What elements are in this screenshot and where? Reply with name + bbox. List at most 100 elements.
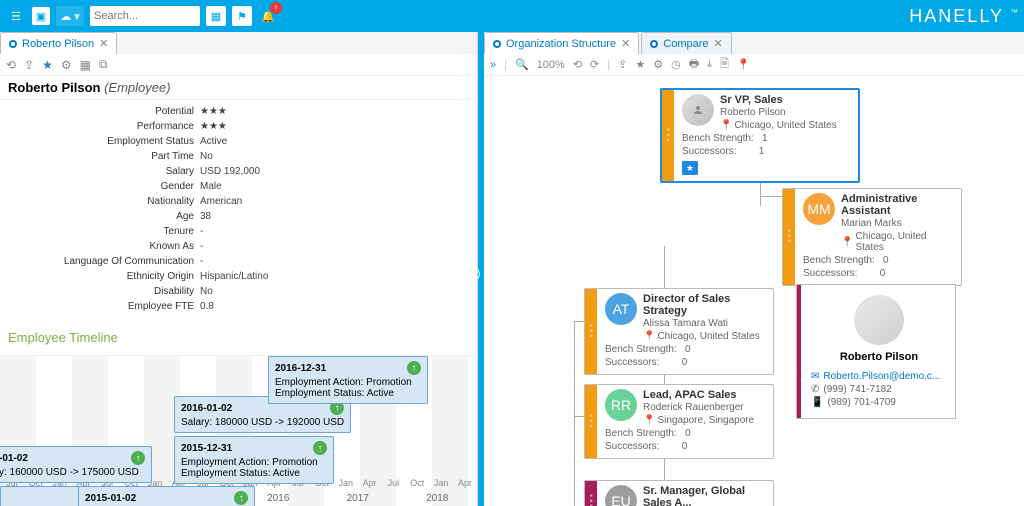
- pin-icon[interactable]: 📍: [737, 58, 751, 71]
- hamburger-icon[interactable]: ☰: [6, 6, 26, 26]
- field-row: Part TimeNo: [10, 149, 467, 164]
- org-node-card[interactable]: •••MMAdministrative AssistantMarian Mark…: [782, 188, 962, 286]
- field-value: American: [200, 194, 242, 209]
- field-row: GenderMale: [10, 179, 467, 194]
- star-icon[interactable]: ★: [635, 58, 645, 71]
- card-stripe: •••: [585, 481, 597, 506]
- tab-compare[interactable]: Compare ✕: [641, 32, 731, 54]
- field-row: Tenure-: [10, 224, 467, 239]
- clock-icon[interactable]: ◷: [671, 58, 681, 71]
- timeline-event-card[interactable]: 2015-01-02↑Salary: 175000 USD -> 180000 …: [78, 486, 255, 506]
- mobile-icon: 📱: [811, 397, 823, 408]
- event-detail: Employment Status: Active: [181, 468, 327, 479]
- tab-employee[interactable]: Roberto Pilson ✕: [0, 32, 117, 54]
- org-node-card[interactable]: •••RRLead, APAC SalesRoderick Rauenberge…: [584, 384, 774, 459]
- timeline-event-card[interactable]: 2016-12-31↑Employment Action: PromotionE…: [268, 356, 428, 404]
- star-badge-icon: ★: [682, 161, 698, 175]
- person-detail-card[interactable]: Roberto Pilson✉Roberto.Pilson@demo.c...✆…: [796, 284, 956, 419]
- settings-icon[interactable]: ⚙: [61, 58, 72, 72]
- print-icon[interactable]: 🖶: [689, 55, 699, 74]
- export-doc-icon[interactable]: 🗎: [720, 55, 729, 74]
- org-title: Administrative Assistant: [841, 193, 953, 217]
- org-location: Chicago, United States: [657, 331, 759, 342]
- location-pin-icon: 📍: [841, 237, 853, 248]
- email-icon: ✉: [811, 371, 819, 382]
- up-arrow-icon: ↑: [313, 441, 327, 455]
- tab-org-structure[interactable]: Organization Structure ✕: [484, 32, 639, 54]
- right-tab-strip: Organization Structure ✕ Compare ✕: [484, 32, 1024, 54]
- location-pin-icon: 📍: [643, 331, 655, 342]
- field-value: No: [200, 149, 213, 164]
- org-title: Director of Sales Strategy: [643, 293, 765, 317]
- history-icon[interactable]: ⟲: [6, 58, 16, 72]
- org-canvas[interactable]: •••Sr VP, SalesRoberto Pilson📍Chicago, U…: [484, 76, 1024, 506]
- timeline-area[interactable]: JulOctJanAprJulOctJanAprJulOctJanAprJulO…: [0, 355, 477, 506]
- field-row: Ethnicity OriginHispanic/Latino: [10, 269, 467, 284]
- export-icon[interactable]: ⤓: [707, 58, 712, 71]
- field-value: USD 192,000: [200, 164, 260, 179]
- org-title: Sr. Manager, Global Sales A...: [643, 485, 765, 506]
- avatar: EU: [605, 485, 637, 506]
- timeline-event-card[interactable]: -01-02↑y: 160000 USD -> 175000 USD: [0, 446, 152, 483]
- org-person: Marian Marks: [841, 217, 953, 231]
- employee-fields: Potential★★★Performance★★★Employment Sta…: [0, 100, 477, 326]
- cloud-dropdown[interactable]: ☁ ▾: [56, 6, 84, 26]
- settings-icon[interactable]: ⚙: [653, 58, 663, 71]
- profile-name: Roberto Pilson: [8, 80, 100, 95]
- field-value: Male: [200, 179, 222, 194]
- card-stripe: •••: [783, 189, 795, 285]
- profile-header: Roberto Pilson (Employee): [0, 76, 477, 100]
- event-detail: Employment Action: Promotion: [275, 377, 421, 388]
- field-row: Potential★★★: [10, 104, 467, 119]
- flag-icon[interactable]: ⚑: [232, 6, 252, 26]
- field-value: Hispanic/Latino: [200, 269, 268, 284]
- search-icon[interactable]: 🔍: [515, 58, 529, 71]
- detail-phone: ✆(999) 741-7182: [811, 384, 947, 395]
- copy-icon[interactable]: ⧉: [99, 57, 108, 72]
- card-stripe: •••: [662, 90, 674, 181]
- field-value: -: [200, 224, 203, 239]
- close-icon[interactable]: ✕: [714, 37, 723, 50]
- field-row: Employee FTE0.8: [10, 299, 467, 314]
- event-date: 2015-12-31: [181, 443, 232, 454]
- tab-icon: [650, 40, 658, 48]
- field-key: Nationality: [10, 194, 200, 209]
- undo-icon[interactable]: ⟲: [573, 58, 582, 71]
- search-input[interactable]: [94, 10, 196, 22]
- close-icon[interactable]: ✕: [99, 37, 108, 50]
- grid-icon[interactable]: ▦: [80, 58, 91, 72]
- expand-icon[interactable]: »: [490, 59, 496, 71]
- tab-label: Roberto Pilson: [22, 38, 94, 50]
- event-date: -01-02: [0, 453, 28, 464]
- field-key: Employment Status: [10, 134, 200, 149]
- close-icon[interactable]: ✕: [621, 37, 630, 50]
- redo-icon[interactable]: ⟳: [590, 58, 599, 71]
- field-row: Performance★★★: [10, 119, 467, 134]
- org-location: Chicago, United States: [855, 231, 953, 253]
- field-key: Tenure: [10, 224, 200, 239]
- notifications-icon[interactable]: 🔔 !: [258, 6, 278, 26]
- field-key: Part Time: [10, 149, 200, 164]
- share-icon[interactable]: ⇪: [618, 58, 627, 71]
- org-node-card[interactable]: •••Sr VP, SalesRoberto Pilson📍Chicago, U…: [660, 88, 860, 183]
- detail-mobile: 📱(989) 701-4709: [811, 397, 947, 408]
- field-row: Employment StatusActive: [10, 134, 467, 149]
- tab-icon: [9, 40, 17, 48]
- field-row: NationalityAmerican: [10, 194, 467, 209]
- avatar: [854, 295, 904, 345]
- search-input-wrap: [90, 6, 200, 26]
- avatar: AT: [605, 293, 637, 325]
- right-toolbar: » | 🔍 100% ⟲ ⟳ | ⇪ ★ ⚙ ◷ 🖶 ⤓ 🗎 📍: [484, 54, 1024, 76]
- star-icon[interactable]: ★: [42, 58, 53, 72]
- detail-email[interactable]: ✉Roberto.Pilson@demo.c...: [811, 371, 947, 382]
- share-icon[interactable]: ⇪: [24, 58, 34, 72]
- event-date: 2015-01-02: [85, 493, 136, 504]
- calendar-icon[interactable]: ▦: [206, 6, 226, 26]
- event-date: 2016-01-02: [181, 403, 232, 414]
- org-title: Lead, APAC Sales: [643, 389, 754, 401]
- org-node-card[interactable]: ••• EU Sr. Manager, Global Sales A...: [584, 480, 774, 506]
- folder-icon[interactable]: ▣: [32, 7, 50, 25]
- location-pin-icon: 📍: [720, 120, 732, 131]
- org-node-card[interactable]: •••ATDirector of Sales StrategyAlissa Ta…: [584, 288, 774, 375]
- timeline-event-card[interactable]: 2015-12-31↑Employment Action: PromotionE…: [174, 436, 334, 484]
